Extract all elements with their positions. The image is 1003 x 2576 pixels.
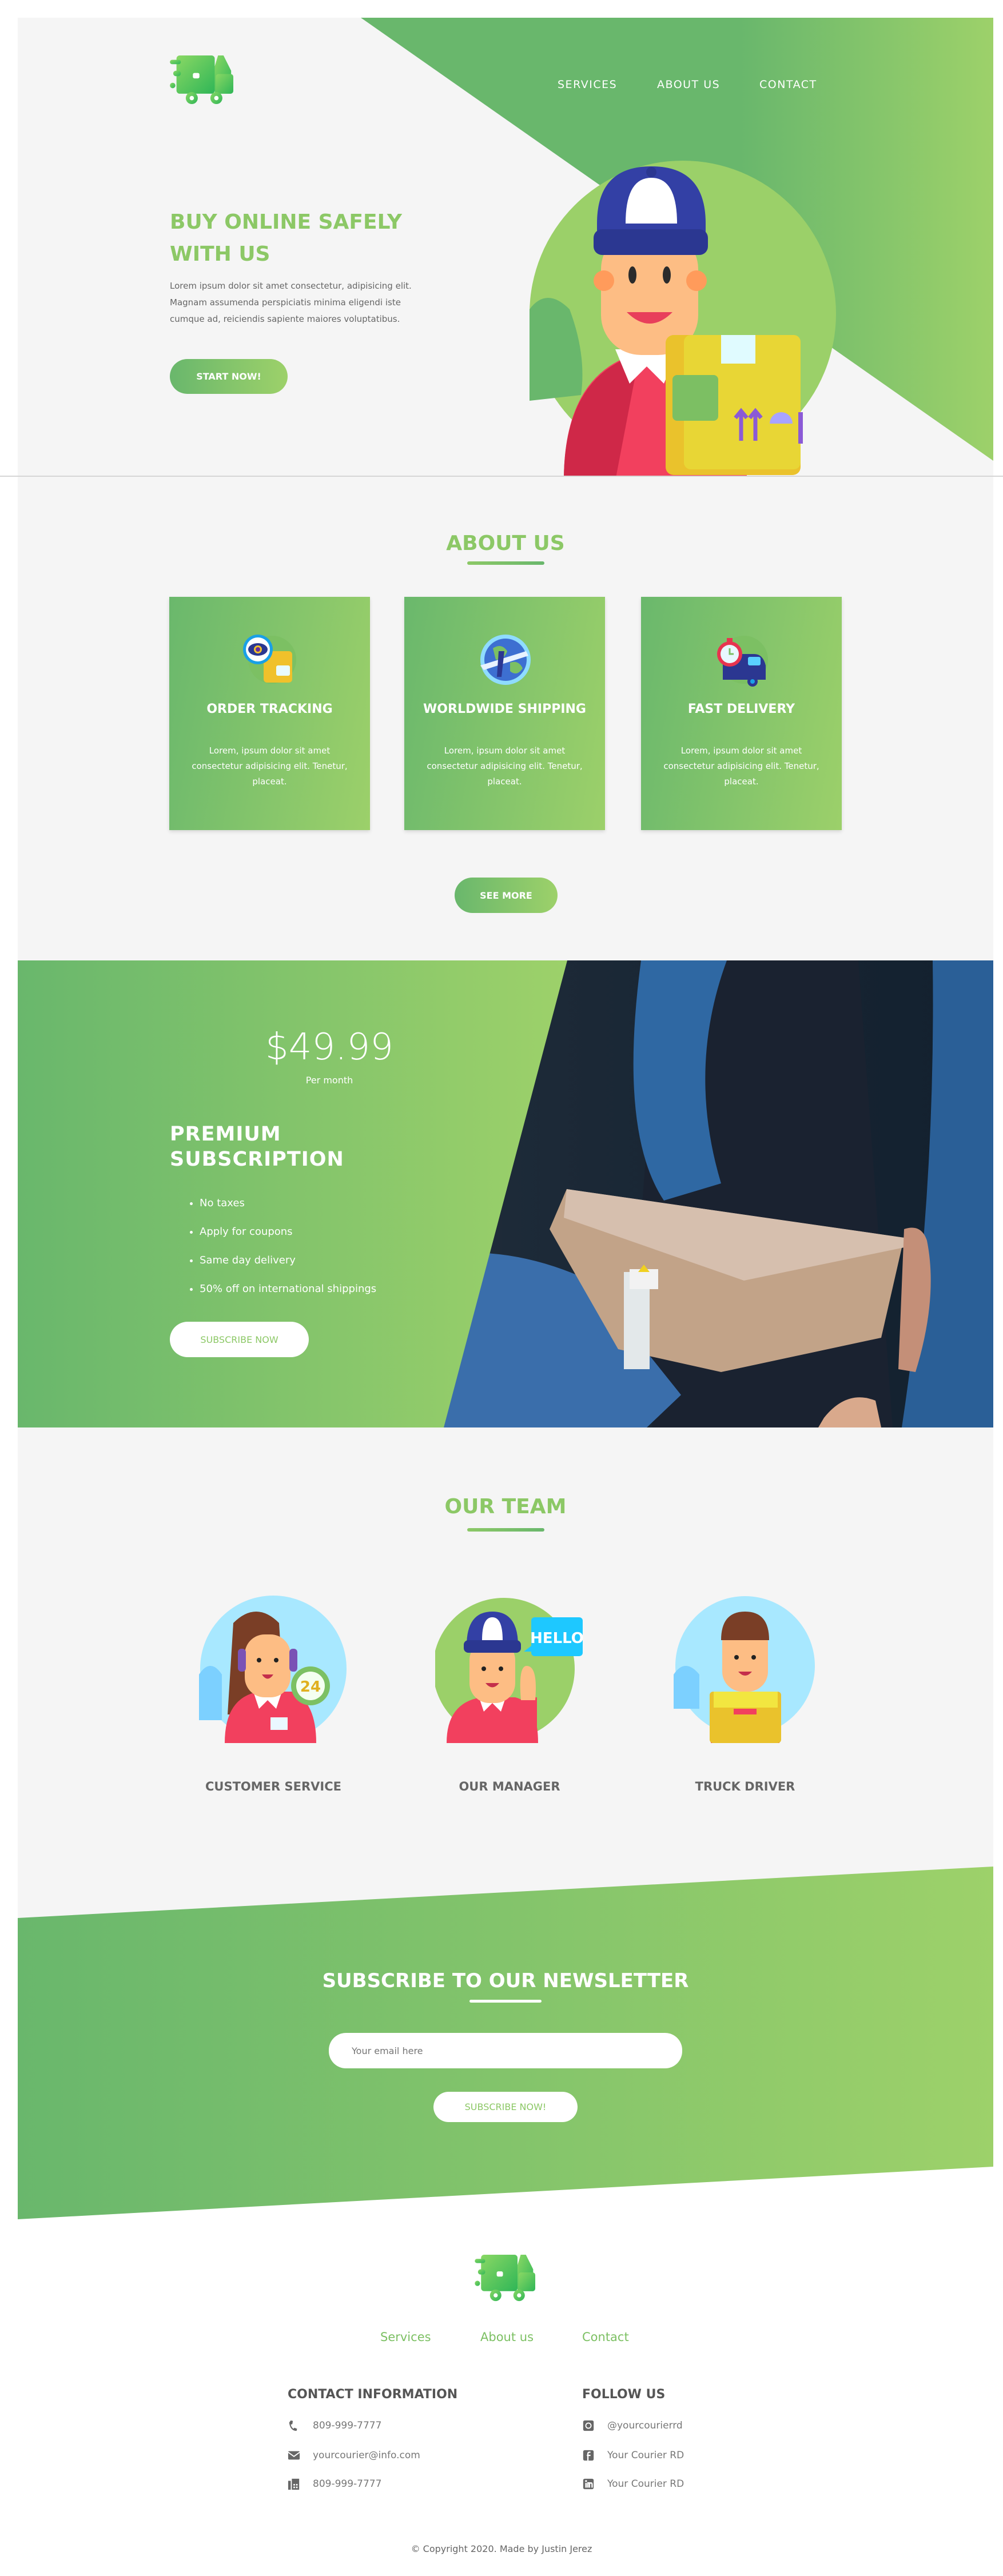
about-title-underline — [467, 561, 544, 565]
newsletter-subscribe-button[interactable]: SUBSCRIBE NOW! — [433, 2092, 578, 2122]
contact-email: yourcourier@info.com — [288, 2449, 420, 2462]
social-facebook[interactable]: Your Courier RD — [582, 2449, 684, 2462]
team-title-underline — [467, 1528, 544, 1532]
fax-icon — [288, 2478, 300, 2490]
newsletter-section: SUBSCRIBE TO OUR NEWSLETTER SUBSCRIBE NO… — [18, 1961, 993, 2132]
social-instagram[interactable]: @yourcourierrd — [582, 2419, 683, 2432]
linkedin-icon — [583, 2478, 594, 2490]
contact-phone: 809-999-7777 — [288, 2419, 381, 2432]
email-input[interactable] — [329, 2033, 682, 2068]
newsletter-title: SUBSCRIBE TO OUR NEWSLETTER — [322, 1969, 689, 1992]
about-title: ABOUT US — [446, 532, 565, 555]
facebook-icon — [583, 2450, 594, 2461]
newsletter-title-underline — [469, 2000, 542, 2003]
hero-diagonal-background — [361, 18, 993, 461]
24-hours-badge: 24 — [300, 1678, 321, 1696]
hero-description: Lorem ipsum dolor sit amet consectetur, … — [170, 281, 412, 324]
social-linkedin[interactable]: Your Courier RD — [582, 2478, 684, 2490]
premium-feature-list: No taxes Apply for coupons Same day deli… — [200, 1189, 376, 1303]
nav-services[interactable]: SERVICES — [558, 78, 617, 91]
team-member-role: TRUCK DRIVER — [695, 1780, 795, 1793]
team-member-role: CUSTOMER SERVICE — [205, 1780, 341, 1793]
service-card-fast-delivery: FAST DELIVERY Lorem, ipsum dolor sit ame… — [641, 597, 842, 830]
linkedin-page[interactable]: Your Courier RD — [607, 2478, 684, 2490]
instagram-icon — [583, 2420, 594, 2431]
footer-logo-truck-icon[interactable] — [467, 2255, 545, 2302]
team-member-role: OUR MANAGER — [459, 1780, 560, 1793]
contact-information-heading: CONTACT INFORMATION — [288, 2387, 458, 2402]
footer-link-contact[interactable]: Contact — [582, 2330, 629, 2344]
feature-item: 50% off on international shippings — [200, 1275, 376, 1303]
about-section: ABOUT US ORDER TRACKING Lorem, ipsum dol… — [18, 477, 993, 960]
start-now-button[interactable]: START NOW! — [170, 359, 288, 394]
team-member-truck-driver: TRUCK DRIVER — [659, 1594, 831, 1793]
footer-link-services[interactable]: Services — [380, 2330, 431, 2344]
card-text: Lorem, ipsum dolor sit amet consectetur … — [192, 745, 348, 787]
email-address[interactable]: yourcourier@info.com — [313, 2450, 420, 2461]
fast-delivery-icon — [717, 636, 768, 687]
premium-period: Per month — [305, 1075, 353, 1086]
nav-about-us[interactable]: ABOUT US — [657, 78, 720, 91]
card-text: Lorem, ipsum dolor sit amet consectetur … — [427, 745, 583, 787]
footer-link-about-us[interactable]: About us — [480, 2330, 534, 2344]
manager-avatar: HELLO — [433, 1598, 584, 1743]
feature-item: No taxes — [200, 1189, 376, 1218]
card-title: ORDER TRACKING — [206, 702, 333, 716]
instagram-handle[interactable]: @yourcourierrd — [607, 2420, 683, 2431]
fax-number: 809-999-7777 — [313, 2478, 382, 2490]
customer-service-avatar: 24 — [199, 1596, 347, 1743]
copyright: © Copyright 2020. Made by Justin Jerez — [411, 2543, 592, 2554]
contact-fax: 809-999-7777 — [288, 2478, 381, 2490]
follow-us-heading: FOLLOW US — [582, 2387, 666, 2402]
hello-speech-bubble: HELLO — [530, 1630, 584, 1647]
facebook-page[interactable]: Your Courier RD — [607, 2450, 684, 2461]
feature-item: Apply for coupons — [200, 1218, 376, 1246]
team-member-customer-service: 24 CUSTOMER SERVICE — [188, 1594, 359, 1793]
phone-icon — [289, 2420, 297, 2431]
worldwide-shipping-icon — [480, 635, 531, 685]
hero-title: BUY ONLINE SAFELY WITH US — [170, 210, 402, 266]
phone-number: 809-999-7777 — [313, 2420, 382, 2431]
premium-title: PREMIUM SUBSCRIPTION — [170, 1123, 344, 1171]
card-text: Lorem, ipsum dolor sit amet consectetur … — [663, 745, 819, 787]
see-more-button[interactable]: SEE MORE — [455, 878, 558, 913]
card-title: WORLDWIDE SHIPPING — [423, 702, 586, 716]
subscribe-now-button[interactable]: SUBSCRIBE NOW — [170, 1322, 309, 1357]
hero-section: SERVICES ABOUT US CONTACT BUY ONLINE SAF… — [18, 18, 993, 476]
service-card-order-tracking: ORDER TRACKING Lorem, ipsum dolor sit am… — [169, 597, 370, 830]
truck-driver-avatar — [674, 1596, 815, 1743]
feature-item: Same day delivery — [200, 1246, 376, 1275]
team-member-manager: HELLO OUR MANAGER — [424, 1594, 595, 1793]
order-tracking-icon — [243, 635, 296, 684]
premium-green-panel — [18, 960, 567, 1427]
card-title: FAST DELIVERY — [687, 702, 795, 716]
service-card-worldwide-shipping: WORLDWIDE SHIPPING Lorem, ipsum dolor si… — [404, 597, 605, 830]
premium-price: $49.99 — [265, 1026, 393, 1068]
premium-section: $49.99 Per month PREMIUM SUBSCRIPTION No… — [18, 960, 993, 1427]
team-title: OUR TEAM — [444, 1495, 567, 1518]
logo-truck-icon[interactable] — [170, 55, 236, 105]
delivery-man-illustration — [530, 161, 836, 476]
envelope-icon — [288, 2451, 300, 2460]
nav-contact[interactable]: CONTACT — [759, 78, 817, 91]
